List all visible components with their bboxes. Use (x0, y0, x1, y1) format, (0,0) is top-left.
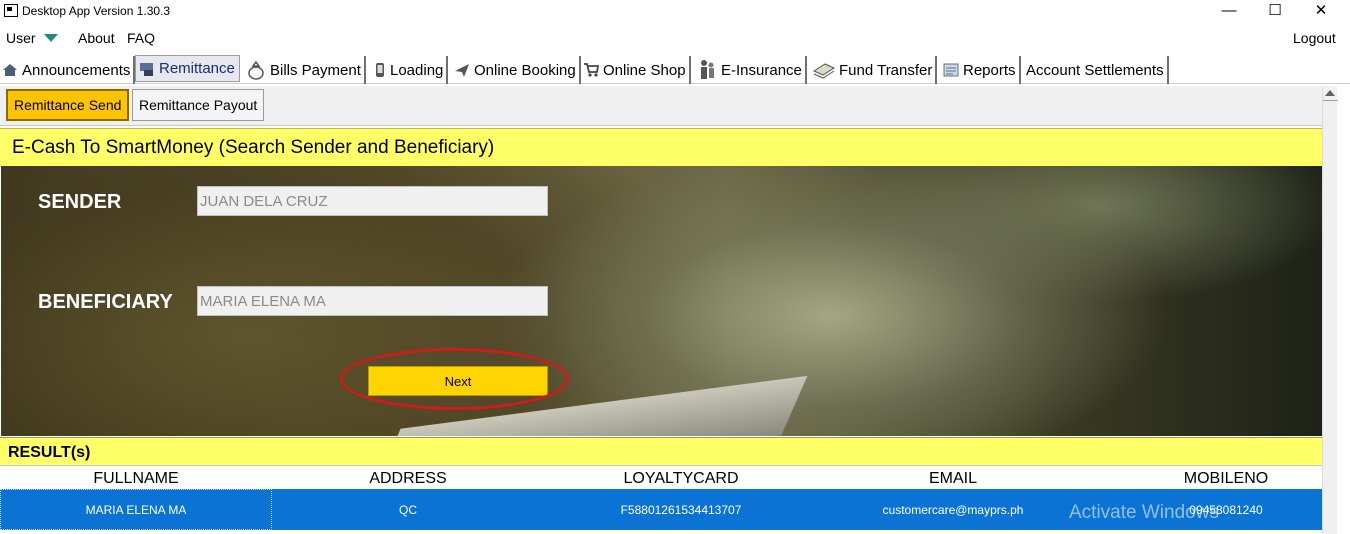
remittance-icon (139, 61, 155, 77)
remittance-send-button[interactable]: Remittance Send (6, 89, 130, 121)
scroll-up-icon[interactable] (1325, 90, 1335, 96)
tab-label: Online Booking (474, 61, 576, 79)
window-title: Desktop App Version 1.30.3 (22, 4, 171, 18)
tab-label: Account Settlements (1026, 61, 1164, 79)
cart-icon (583, 62, 600, 78)
tab-loading[interactable]: Loading (374, 56, 449, 84)
money-bag-icon (246, 60, 266, 80)
tab-e-insurance[interactable]: E-Insurance (697, 56, 807, 84)
cell-fullname[interactable]: MARIA ELENA MA (40, 503, 232, 517)
chevron-down-icon[interactable] (44, 34, 58, 42)
beneficiary-input[interactable] (197, 286, 548, 316)
column-header-loyaltycard[interactable]: LOYALTYCARD (590, 470, 772, 488)
table-row[interactable]: MARIA ELENA MA QC F58801261534413707 cus… (0, 489, 1322, 530)
column-header-fullname[interactable]: FULLNAME (60, 470, 212, 488)
maximize-button[interactable]: ☐ (1252, 0, 1298, 24)
airplane-icon (454, 62, 470, 78)
cell-loyaltycard[interactable]: F58801261534413707 (590, 503, 772, 517)
tab-remittance[interactable]: Remittance (135, 55, 240, 82)
tab-label: Bills Payment (270, 61, 361, 79)
tab-fund-transfer[interactable]: Fund Transfer (812, 56, 938, 84)
cell-email[interactable]: customercare@mayprs.ph (840, 503, 1066, 517)
tab-label: Remittance (159, 60, 235, 77)
app-icon (4, 4, 18, 17)
column-header-address[interactable]: ADDRESS (340, 470, 476, 488)
vertical-scrollbar[interactable] (1322, 86, 1338, 534)
column-header-mobileno[interactable]: MOBILENO (1160, 470, 1292, 488)
tab-label: Fund Transfer (839, 61, 933, 79)
results-title: RESULT(s) (8, 444, 91, 461)
column-header-email[interactable]: EMAIL (880, 470, 1026, 488)
title-bar: Desktop App Version 1.30.3 — ☐ ✕ (0, 0, 1350, 24)
sender-input[interactable] (197, 186, 548, 216)
tab-label: Online Shop (603, 61, 686, 79)
people-icon (697, 59, 717, 81)
cash-stack-icon (812, 61, 836, 79)
main-tab-bar: Announcements Remittance Bills Payment L… (0, 54, 1350, 84)
beneficiary-label: BENEFICIARY (38, 291, 173, 313)
tab-online-shop[interactable]: Online Shop (583, 56, 691, 84)
tab-reports[interactable]: Reports (943, 56, 1021, 84)
form-header: E-Cash To SmartMoney (Search Sender and … (0, 128, 1322, 166)
tab-label: Announcements (22, 61, 131, 79)
cell-mobileno[interactable]: 09458081240 (1160, 503, 1292, 517)
tab-account-settlements[interactable]: Account Settlements (1026, 56, 1169, 84)
remittance-payout-button[interactable]: Remittance Payout (132, 89, 265, 121)
remittance-subtab-bar: Remittance Send Remittance Payout (0, 86, 1324, 126)
tab-label: Reports (963, 61, 1016, 79)
tab-online-booking[interactable]: Online Booking (454, 56, 581, 84)
menu-about[interactable]: About (78, 30, 115, 46)
tab-bills-payment[interactable]: Bills Payment (246, 56, 366, 84)
cell-address[interactable]: QC (340, 503, 476, 517)
annotation-ellipse (340, 348, 569, 410)
form-title: E-Cash To SmartMoney (Search Sender and … (12, 137, 495, 158)
scrollbar-divider (1323, 100, 1338, 101)
logout-link[interactable]: Logout (1293, 30, 1336, 46)
close-button[interactable]: ✕ (1298, 0, 1344, 24)
menu-faq[interactable]: FAQ (127, 30, 155, 46)
tab-announcements[interactable]: Announcements (2, 56, 136, 84)
home-icon (2, 62, 18, 78)
menu-bar: User About FAQ Logout (0, 26, 1350, 50)
results-header: RESULT(s) (0, 437, 1322, 466)
tab-label: E-Insurance (721, 61, 802, 79)
minimize-button[interactable]: — (1206, 0, 1252, 24)
results-table-header: FULLNAME ADDRESS LOYALTYCARD EMAIL MOBIL… (0, 467, 1322, 489)
report-icon (943, 62, 959, 78)
phone-icon (374, 62, 386, 78)
menu-user[interactable]: User (6, 30, 36, 46)
sender-label: SENDER (38, 191, 122, 213)
tab-label: Loading (390, 61, 444, 79)
